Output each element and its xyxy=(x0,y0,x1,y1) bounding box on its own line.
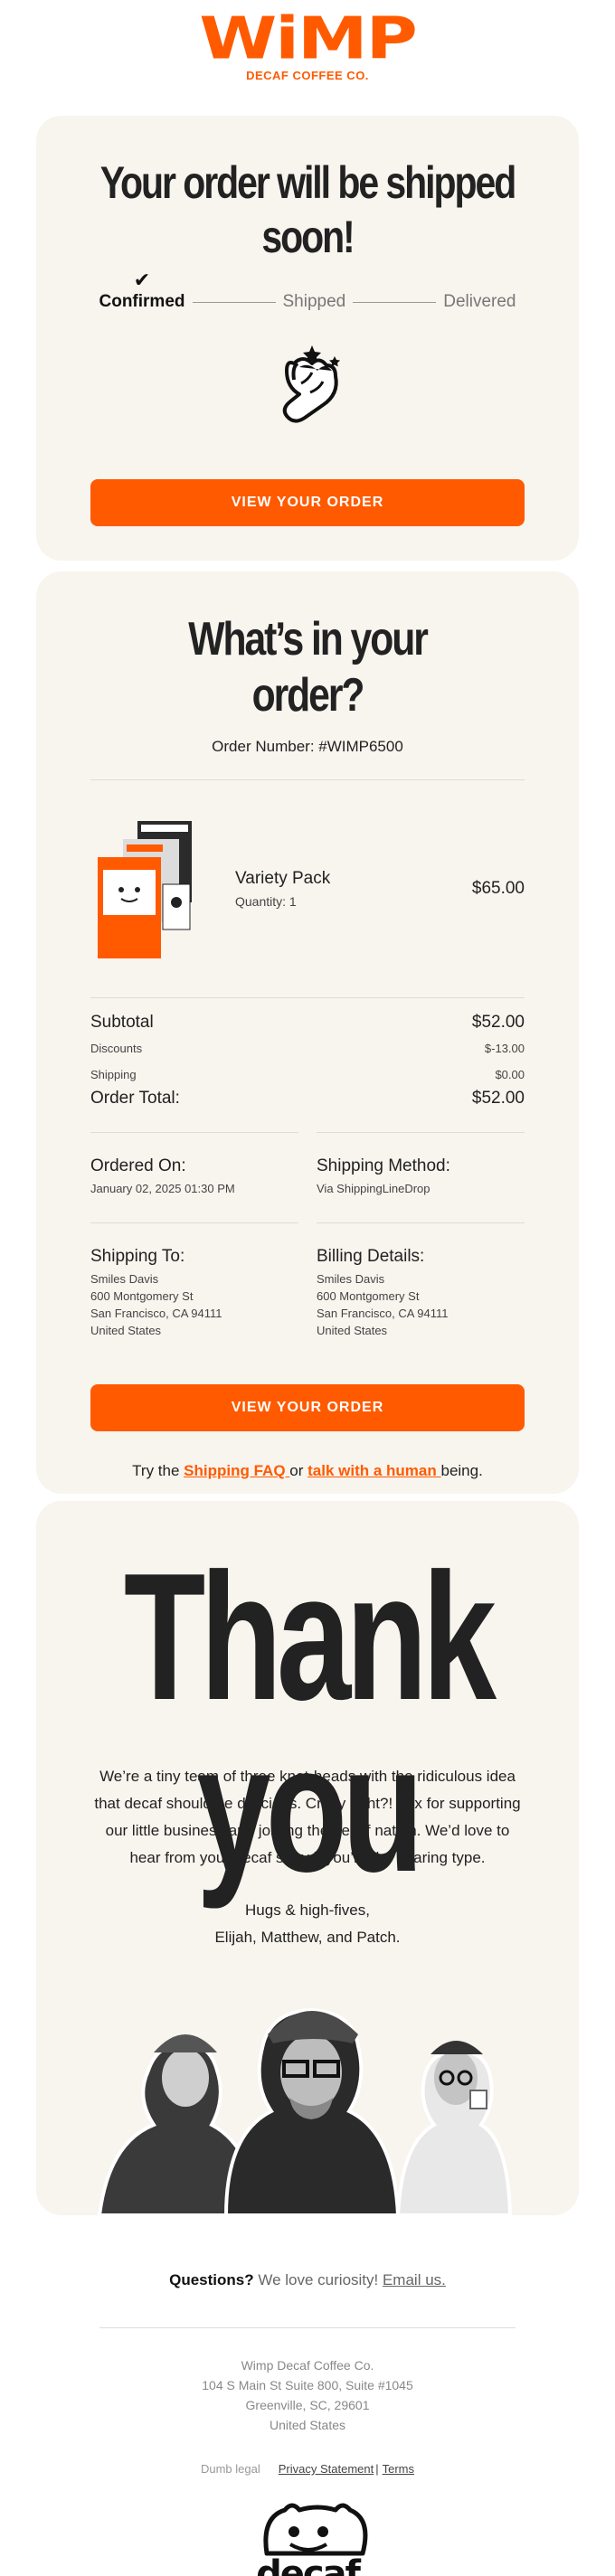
step-shipped: Shipped xyxy=(282,292,346,311)
help-suffix: being. xyxy=(440,1462,483,1479)
address-line: United States xyxy=(269,2418,346,2432)
discounts-row: Discounts $-13.00 xyxy=(90,1042,525,1055)
address-line: Smiles Davis xyxy=(317,1272,385,1286)
decaf-logo-text: decaf xyxy=(256,2553,361,2576)
hand-fingers-crossed-icon xyxy=(36,336,579,445)
total-value: $52.00 xyxy=(471,1089,525,1108)
address-meta: Shipping To: Smiles Davis 600 Montgomery… xyxy=(90,1222,525,1339)
product-price: $65.00 xyxy=(471,879,525,898)
order-details-card: What’s in your order? Order Number: #WIM… xyxy=(36,571,579,1494)
discounts-value: $-13.00 xyxy=(484,1042,525,1055)
subtotal-value: $52.00 xyxy=(471,1013,525,1032)
divider xyxy=(317,1222,525,1223)
shipping-value: $0.00 xyxy=(495,1068,525,1081)
ordered-on-title: Ordered On: xyxy=(90,1156,186,1175)
progress-line xyxy=(353,301,437,303)
shipping-to-block: Shipping To: Smiles Davis 600 Montgomery… xyxy=(90,1222,298,1339)
shipping-label: Shipping xyxy=(90,1068,137,1081)
help-middle: or xyxy=(289,1462,308,1479)
talk-human-link[interactable]: talk with a human xyxy=(308,1462,440,1479)
divider xyxy=(90,1132,298,1133)
address-line: Smiles Davis xyxy=(90,1272,159,1286)
divider xyxy=(90,1222,298,1223)
step-label: Confirmed xyxy=(99,292,185,311)
shipping-status-card: Your order will be shipped soon! ✔ Confi… xyxy=(36,116,579,561)
legal-separator: | xyxy=(375,2462,379,2476)
product-quantity: Quantity: 1 xyxy=(235,894,297,909)
shipping-faq-link[interactable]: Shipping FAQ xyxy=(184,1462,289,1479)
header-logo[interactable]: WiMP DECAF COFFEE CO. xyxy=(0,0,615,107)
brand-logo-text: WiMP xyxy=(199,5,418,72)
terms-link[interactable]: Terms xyxy=(383,2462,414,2476)
total-row: Order Total: $52.00 xyxy=(90,1089,525,1109)
address-line: United States xyxy=(317,1324,388,1337)
help-prefix: Try the xyxy=(132,1462,184,1479)
shipping-to-title: Shipping To: xyxy=(90,1247,185,1266)
subtotal-row: Subtotal $52.00 xyxy=(90,1013,525,1033)
signature-line-2: Elijah, Matthew, and Patch. xyxy=(214,1929,401,1946)
legal-links: Dumb legal Privacy Statement | Terms xyxy=(0,2462,615,2476)
shipping-headline: Your order will be shipped soon! xyxy=(99,157,517,262)
product-image[interactable] xyxy=(90,812,208,966)
privacy-statement-link[interactable]: Privacy Statement xyxy=(279,2462,374,2476)
order-progress: ✔ Confirmed Shipped Delivered xyxy=(36,269,579,320)
address-line: Greenville, SC, 29601 xyxy=(245,2398,370,2412)
subtotal-label: Subtotal xyxy=(90,1013,154,1032)
step-confirmed: ✔ Confirmed xyxy=(99,269,185,312)
address-line: United States xyxy=(90,1324,162,1337)
total-label: Order Total: xyxy=(90,1089,180,1108)
step-delivered: Delivered xyxy=(443,292,516,311)
company-address: Wimp Decaf Coffee Co. 104 S Main St Suit… xyxy=(0,2355,615,2435)
product-info: Variety Pack Quantity: 1 xyxy=(235,869,472,909)
billing-title: Billing Details: xyxy=(317,1247,425,1266)
team-photo xyxy=(90,1971,525,2215)
address-line: Wimp Decaf Coffee Co. xyxy=(241,2358,374,2373)
divider xyxy=(317,1132,525,1133)
thank-you-card: Thank you We’re a tiny team of three kno… xyxy=(36,1501,579,2215)
order-headline: What’s in your order? xyxy=(188,613,429,722)
billing-address: Smiles Davis 600 Montgomery St San Franc… xyxy=(317,1270,525,1339)
address-line: San Francisco, CA 94111 xyxy=(317,1307,449,1320)
shipping-to-address: Smiles Davis 600 Montgomery St San Franc… xyxy=(90,1270,298,1339)
ordered-on-block: Ordered On: January 02, 2025 01:30 PM xyxy=(90,1132,298,1197)
questions-line: Questions? We love curiosity! Email us. xyxy=(0,2271,615,2289)
shipping-method-title: Shipping Method: xyxy=(317,1156,450,1175)
ordered-on-value: January 02, 2025 01:30 PM xyxy=(90,1182,235,1195)
questions-text: We love curiosity! xyxy=(253,2271,383,2288)
address-line: 600 Montgomery St xyxy=(317,1289,420,1303)
order-meta: Ordered On: January 02, 2025 01:30 PM Sh… xyxy=(90,1132,525,1197)
progress-line xyxy=(192,301,276,303)
legal-text: Dumb legal xyxy=(200,2462,260,2476)
view-order-button[interactable]: VIEW YOUR ORDER xyxy=(90,479,525,526)
shipping-row: Shipping $0.00 xyxy=(90,1068,525,1081)
address-line: San Francisco, CA 94111 xyxy=(90,1307,222,1320)
email-us-link[interactable]: Email us. xyxy=(383,2271,446,2288)
product-name[interactable]: Variety Pack xyxy=(235,869,472,889)
billing-block: Billing Details: Smiles Davis 600 Montgo… xyxy=(317,1222,525,1339)
shipping-method-block: Shipping Method: Via ShippingLineDrop xyxy=(317,1132,525,1197)
order-item-row: Variety Pack Quantity: 1 $65.00 xyxy=(90,780,525,997)
footer-divider xyxy=(99,2327,516,2328)
decaf-logo[interactable]: decaf xyxy=(0,2499,615,2576)
questions-bold: Questions? xyxy=(169,2271,254,2288)
view-order-button-2[interactable]: VIEW YOUR ORDER xyxy=(90,1384,525,1431)
shipping-method-value: Via ShippingLineDrop xyxy=(317,1182,430,1195)
check-icon: ✔ xyxy=(133,269,151,291)
address-line: 104 S Main St Suite 800, Suite #1045 xyxy=(202,2378,413,2392)
help-text: Try the Shipping FAQ or talk with a huma… xyxy=(90,1462,525,1480)
order-number: Order Number: #WIMP6500 xyxy=(212,738,403,755)
email-page: WiMP DECAF COFFEE CO. Your order will be… xyxy=(0,0,615,2576)
thank-you-headline: Thank you xyxy=(123,1536,497,1910)
divider xyxy=(90,997,525,998)
address-line: 600 Montgomery St xyxy=(90,1289,194,1303)
discounts-label: Discounts xyxy=(90,1042,143,1055)
